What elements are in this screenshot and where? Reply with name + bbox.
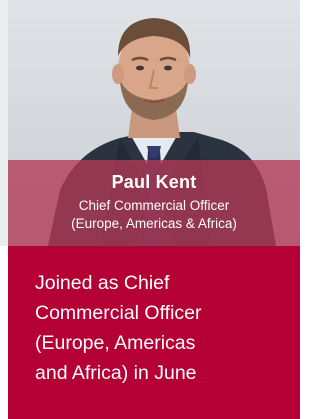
person-role: Chief Commercial Officer (Europe, Americ…: [8, 197, 300, 233]
person-name: Paul Kent: [111, 172, 197, 192]
note-text: Joined as Chief Commercial Officer (Euro…: [35, 268, 275, 388]
role-line-1: Chief Commercial Officer: [78, 198, 230, 213]
profile-card: Paul Kent Chief Commercial Officer (Euro…: [0, 0, 300, 419]
note-line-2: Commercial Officer: [35, 302, 202, 324]
note-line-1: Joined as Chief: [35, 272, 170, 294]
note-line-3: (Europe, Americas: [35, 332, 196, 354]
left-accent-strip: [0, 0, 8, 246]
note-line-4: and Africa) in June: [35, 362, 197, 384]
role-line-2: (Europe, Americas & Africa): [71, 216, 237, 231]
